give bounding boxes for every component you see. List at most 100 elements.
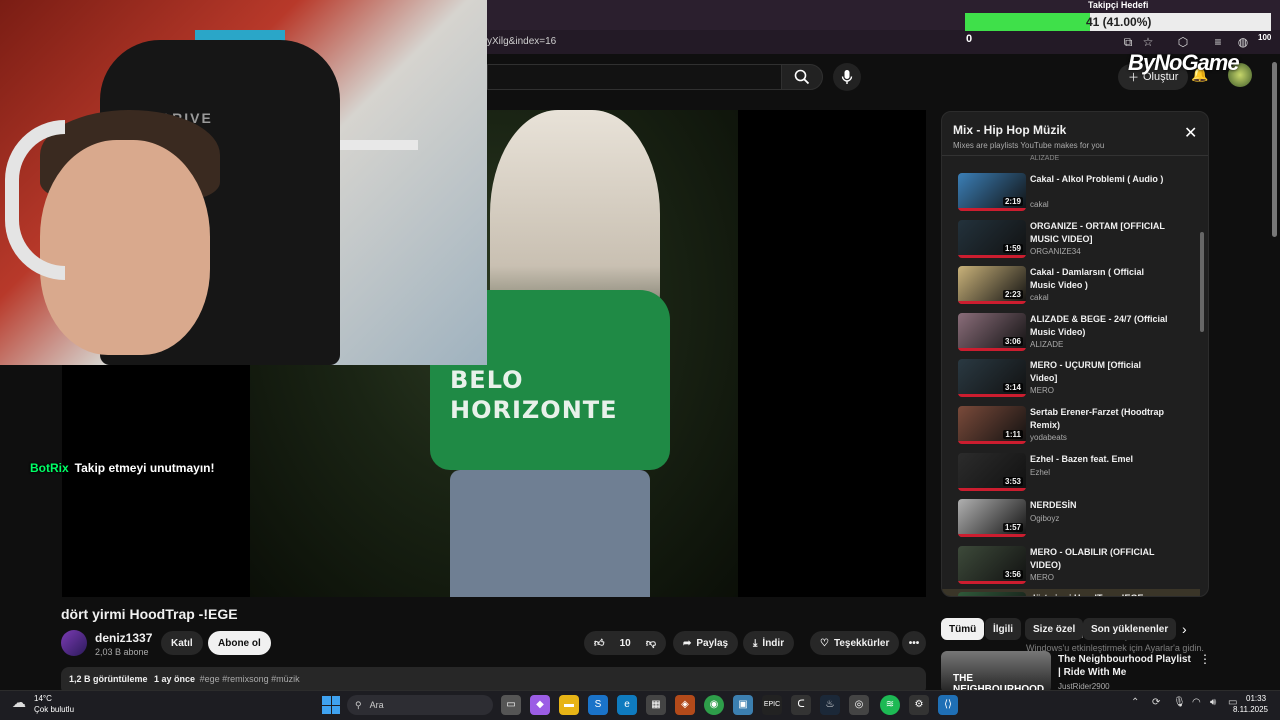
join-button[interactable]: Katıl <box>161 631 203 655</box>
playlist-item-title[interactable]: Sertab Erener-Farzet (Hoodtrap Remix) <box>1030 406 1170 432</box>
playlist-thumbnail[interactable]: 2:19 <box>958 173 1026 211</box>
playlist-thumbnail[interactable]: 1:11 <box>958 406 1026 444</box>
weather-temperature[interactable]: 14°C <box>34 694 52 703</box>
store-icon[interactable]: ▦ <box>646 695 666 715</box>
filter-chip[interactable]: Son yüklenenler <box>1083 618 1177 640</box>
photos-icon[interactable]: ▣ <box>733 695 753 715</box>
playlist-thumbnail[interactable] <box>958 592 1026 596</box>
spotify-icon[interactable]: ≋ <box>880 695 900 715</box>
playlist-item[interactable]: dört yirmi HoodTrap -!EGE <box>942 589 1200 596</box>
copilot-icon[interactable]: ◆ <box>530 695 550 715</box>
playlist-item[interactable]: 1:11 Sertab Erener-Farzet (Hoodtrap Remix… <box>942 403 1200 449</box>
playlist-thumbnail[interactable]: 3:53 <box>958 452 1026 491</box>
file-explorer-icon[interactable]: ▬ <box>559 695 579 715</box>
hashtags[interactable]: #ege #remixsong #müzik <box>200 674 300 684</box>
edge-icon[interactable]: e <box>617 695 637 715</box>
more-vert-icon[interactable]: ⋮ <box>1199 652 1211 666</box>
goal-progress-fill <box>965 13 1091 31</box>
playlist-panel: Mix - Hip Hop Müzik Mixes are playlists … <box>941 111 1209 597</box>
profile-globe-icon[interactable]: ◍ <box>1235 34 1251 50</box>
brave-icon[interactable]: ◈ <box>675 695 695 715</box>
subscribe-button[interactable]: Abone ol <box>208 631 271 655</box>
playlist-item[interactable]: 1:59 ORGANIZE - ORTAM [OFFICIAL MUSIC VID… <box>942 217 1200 263</box>
steam-icon[interactable]: ♨ <box>820 695 840 715</box>
playlist-item[interactable]: 1:57 NERDESİN Ogiboyz <box>942 496 1200 542</box>
more-actions-button[interactable]: ••• <box>902 631 926 655</box>
playlist-item-title[interactable]: Cakal - Alkol Problemi ( Audio ) <box>1030 173 1170 186</box>
search-button[interactable] <box>781 64 823 90</box>
channel-avatar[interactable] <box>61 630 87 656</box>
wifi-icon[interactable]: ◠ <box>1192 697 1201 708</box>
playlist-item-title[interactable]: MERO - UÇURUM [Official Video] <box>1030 359 1170 385</box>
goal-progress-text: 41 (41.00%) <box>1086 15 1152 29</box>
playlist-thumbnail[interactable]: 3:56 <box>958 545 1026 584</box>
playlist-item[interactable]: 2:23 Cakal - Damlarsın ( Official Music V… <box>942 263 1200 309</box>
watched-progress-bar <box>958 441 1026 444</box>
playlist-item[interactable]: 3:53 Ezhel - Bazen feat. Emel Ezhel <box>942 450 1200 496</box>
playlist-scrollbar[interactable] <box>1200 232 1204 332</box>
obs-icon[interactable]: ◎ <box>849 695 869 715</box>
playlist-thumbnail[interactable]: 2:23 <box>958 266 1026 305</box>
playlist-title[interactable]: Mix - Hip Hop Müzik <box>953 123 1066 137</box>
playlist-item[interactable]: 2:19 Cakal - Alkol Problemi ( Audio ) caka… <box>942 170 1200 216</box>
video-duration: 3:14 <box>1002 383 1023 393</box>
app-icon[interactable]: ᑕ <box>791 695 811 715</box>
playlist-item-title[interactable]: dört yirmi HoodTrap -!EGE <box>1030 592 1170 596</box>
download-button[interactable]: ⤓ İndir <box>743 631 795 655</box>
playlist-item-title[interactable]: Cakal - Damlarsın ( Official Music Video… <box>1030 266 1170 292</box>
playlist-thumbnail[interactable]: 3:14 <box>958 359 1026 398</box>
activation-watermark-text: Windows'u etkinleştirmek için Ayarlar'a … <box>1026 643 1204 653</box>
windows-start-icon[interactable] <box>322 696 340 714</box>
playlist-item-title[interactable]: MERO - OLABILIR (OFFICIAL VIDEO) <box>1030 546 1170 572</box>
filter-chip[interactable]: Size özel <box>1025 618 1084 640</box>
thumbs-down-icon[interactable]: 👎︎ <box>646 637 656 649</box>
chrome-icon[interactable]: ◉ <box>704 695 724 715</box>
share-button[interactable]: ➦ Paylaş <box>673 631 739 655</box>
extensions-icon[interactable]: ⬡ <box>1175 34 1191 50</box>
filter-chip[interactable]: Tümü <box>941 618 985 640</box>
playlist-item-title[interactable]: NERDESİN <box>1030 499 1170 512</box>
settings-gear-icon[interactable]: ⚙ <box>909 695 929 715</box>
search-input[interactable] <box>487 64 781 90</box>
playlist-item[interactable]: 3:06 ALIZADE & BEGE - 24/7 (Official Musi… <box>942 310 1200 356</box>
taskbar-search[interactable]: ⚲ Ara <box>347 695 493 715</box>
weather-description[interactable]: Çok bulutlu <box>34 705 74 714</box>
recommendation-thumbnail[interactable]: THE NEIGHBOURHOOD <box>941 651 1051 693</box>
playlist-item-title[interactable]: Ezhel - Bazen feat. Emel <box>1030 453 1170 466</box>
close-icon[interactable]: ✕ <box>1184 126 1197 142</box>
playlist-thumbnail[interactable]: 1:59 <box>958 219 1026 258</box>
shirt-print-line2: HORIZONTE <box>450 396 618 424</box>
reading-list-icon[interactable]: ≡ <box>1210 34 1226 50</box>
bookmark-star-icon[interactable]: ☆ <box>1140 34 1156 50</box>
playlist-thumbnail[interactable]: 1:57 <box>958 499 1026 538</box>
filter-chip[interactable]: İlgili <box>985 618 1021 640</box>
task-view-icon[interactable]: ▭ <box>501 695 521 715</box>
recommendation-title[interactable]: The Neighbourhood Playlist | Ride With M… <box>1058 653 1193 679</box>
page-scrollbar[interactable] <box>1272 62 1277 237</box>
url-text[interactable]: yXilg&index=16 <box>487 36 556 47</box>
clock-date[interactable]: 8.11.2025 <box>1233 705 1268 714</box>
thumbs-up-icon[interactable]: 👍︎ <box>594 637 604 649</box>
volume-icon[interactable]: 🔊︎ <box>1210 697 1216 708</box>
mic-tray-icon[interactable]: 🎙︎ <box>1173 697 1186 708</box>
playlist-item-title[interactable]: ALIZADE & BEGE - 24/7 (Official Music Vi… <box>1030 313 1170 339</box>
channel-name[interactable]: deniz1337 <box>95 631 152 645</box>
playlist-item[interactable]: 3:14 MERO - UÇURUM [Official Video] MERO <box>942 356 1200 402</box>
chevron-right-icon[interactable]: › <box>1182 621 1187 637</box>
like-dislike-group[interactable]: 👍︎ 10 👎︎ <box>584 631 666 655</box>
tray-chevron-up-icon[interactable]: ⌃ <box>1131 697 1139 708</box>
clock-time[interactable]: 01:33 <box>1246 694 1266 703</box>
cloud-icon[interactable]: ☁ <box>12 694 26 711</box>
voice-search-button[interactable] <box>833 63 861 91</box>
sync-icon[interactable]: ⟳ <box>1152 697 1160 708</box>
playlist-item-title[interactable]: ORGANIZE - ORTAM [OFFICIAL MUSIC VIDEO] <box>1030 220 1170 246</box>
vscode-icon[interactable]: ⟨⟩ <box>938 695 958 715</box>
epic-games-icon[interactable]: EPIC <box>762 695 782 715</box>
cast-icon[interactable]: ⧉ <box>1120 34 1136 50</box>
goal-title: Takipçi Hedefi <box>1088 0 1149 10</box>
skype-icon[interactable]: S <box>588 695 608 715</box>
playlist-thumbnail[interactable]: 3:06 <box>958 312 1026 351</box>
playlist-item-channel: yodabeats <box>1030 433 1067 442</box>
thanks-button[interactable]: ♡ Teşekkürler <box>810 631 900 655</box>
playlist-item[interactable]: 3:56 MERO - OLABILIR (OFFICIAL VIDEO) MERO <box>942 543 1200 589</box>
